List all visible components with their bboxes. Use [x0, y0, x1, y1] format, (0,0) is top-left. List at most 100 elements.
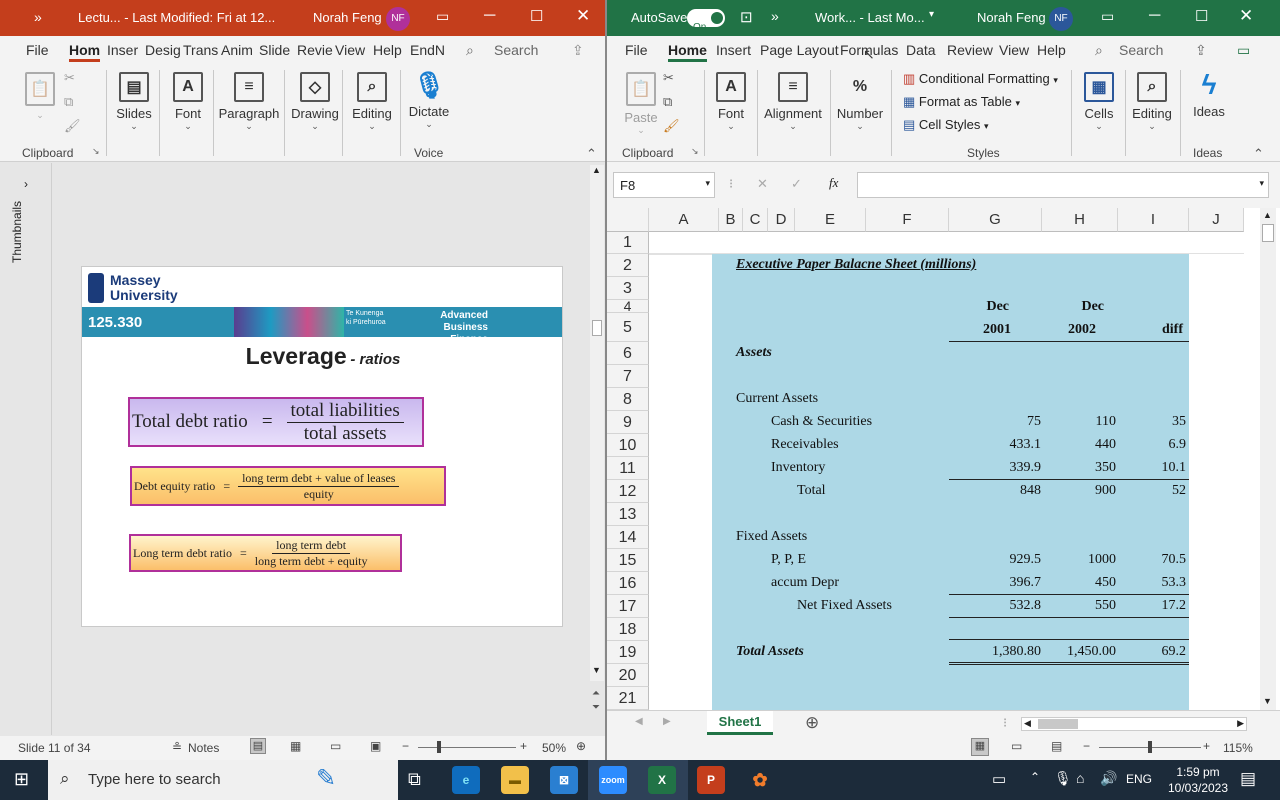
row19-label[interactable]: Total Assets — [736, 644, 804, 660]
xl-editing-button[interactable]: ⌕ Editing ⌄ — [1129, 72, 1175, 132]
save-icon[interactable]: ⊡ — [740, 8, 753, 26]
expand-thumbnails-icon[interactable]: › — [24, 177, 28, 191]
row11-2001[interactable]: 339.9 — [949, 460, 1042, 476]
ppt-tab-animations[interactable]: Anim — [221, 42, 253, 58]
ppt-share-icon[interactable]: ⇪ — [572, 42, 584, 59]
row-header-15[interactable]: 15 — [607, 549, 649, 572]
cut-icon[interactable]: ✂ — [663, 70, 674, 86]
spreadsheet-grid[interactable]: A B C D E F G H I J 1 2 3 4 5 6 7 8 9 10… — [607, 208, 1280, 710]
windows-start-icon[interactable]: ⊞ — [14, 769, 29, 790]
normal-view-icon[interactable]: ▤ — [250, 738, 266, 754]
row-header-20[interactable]: 20 — [607, 664, 649, 687]
copy-icon[interactable]: ⧉ — [64, 94, 73, 110]
column-header-j[interactable]: J — [1189, 208, 1244, 232]
show-hidden-icons-icon[interactable]: ⌃ — [1030, 770, 1040, 784]
column-header-h[interactable]: H — [1042, 208, 1118, 232]
row-header-9[interactable]: 9 — [607, 411, 649, 434]
row19-2002[interactable]: 1,450.00 — [1042, 644, 1116, 660]
fit-to-window-icon[interactable]: ⊕ — [576, 739, 586, 753]
scroll-thumb[interactable] — [1262, 224, 1274, 242]
task-view-icon[interactable]: ⧉ — [408, 769, 421, 790]
xl-tab-view[interactable]: View — [999, 42, 1029, 58]
row12-label[interactable]: Total — [797, 483, 826, 499]
scroll-down-icon[interactable]: ▼ — [592, 665, 601, 675]
row-header-13[interactable]: 13 — [607, 503, 649, 526]
row12-2002[interactable]: 900 — [1042, 483, 1116, 499]
row-header-19[interactable]: 19 — [607, 641, 649, 664]
app-taskbar-icon[interactable]: ✿ — [746, 766, 774, 794]
row-header-17[interactable]: 17 — [607, 595, 649, 618]
ppt-close-icon[interactable]: ✕ — [576, 6, 590, 26]
row-header-12[interactable]: 12 — [607, 480, 649, 503]
scroll-up-icon[interactable]: ▲ — [1263, 210, 1272, 220]
xl-format-as-table-button[interactable]: ▦ Format as Table ▾ — [903, 94, 1020, 110]
dialog-launcher-icon[interactable]: ↘ — [92, 146, 100, 157]
format-painter-icon[interactable]: 🖌 — [663, 118, 680, 134]
excel-taskbar-icon[interactable]: X — [648, 766, 676, 794]
previous-slide-icon[interactable]: ⏶ — [592, 688, 600, 699]
ppt-tab-transitions[interactable]: Trans — [183, 42, 218, 58]
row16-label[interactable]: accum Depr — [771, 575, 839, 591]
row-header-4[interactable]: 4 — [607, 299, 649, 313]
row17-2002[interactable]: 550 — [1042, 598, 1116, 614]
column-header-c[interactable]: C — [743, 208, 768, 232]
current-assets-label[interactable]: Current Assets — [736, 391, 818, 407]
slide-canvas[interactable]: Massey University 125.330 Te Kunenga ki … — [81, 266, 563, 627]
sheet-title[interactable]: Executive Paper Balacne Sheet (millions) — [736, 257, 976, 273]
zoom-slider-thumb[interactable] — [1148, 741, 1152, 753]
select-all-corner[interactable] — [607, 208, 649, 232]
action-center-icon[interactable]: ▤ — [1240, 769, 1256, 789]
row-header-14[interactable]: 14 — [607, 526, 649, 549]
ppt-tab-help[interactable]: Help — [373, 42, 402, 58]
ppt-editing-button[interactable]: ⌕ Editing ⌄ — [349, 72, 395, 132]
row15-2002[interactable]: 1000 — [1042, 552, 1116, 568]
ppt-tab-home[interactable]: Hom — [69, 42, 101, 62]
excel-ribbon-display-icon[interactable]: ▭ — [1101, 8, 1114, 25]
row16-diff[interactable]: 53.3 — [1118, 575, 1187, 591]
row17-diff[interactable]: 17.2 — [1118, 598, 1187, 614]
row19-diff[interactable]: 69.2 — [1118, 644, 1187, 660]
row10-2002[interactable]: 440 — [1042, 437, 1116, 453]
header-2002[interactable]: 2002 — [1042, 322, 1096, 338]
xl-font-button[interactable]: A Font ⌄ — [709, 72, 753, 132]
zoom-in-icon[interactable]: + — [520, 739, 527, 753]
column-header-f[interactable]: F — [866, 208, 949, 232]
xl-tab-data[interactable]: Data — [906, 42, 936, 58]
ppt-tab-insert[interactable]: Inser — [107, 42, 138, 58]
ppt-dictate-button[interactable]: 🎙 Dictate ⌄ — [406, 70, 452, 130]
xl-tab-help[interactable]: Help — [1037, 42, 1066, 58]
row9-2002[interactable]: 110 — [1042, 414, 1116, 430]
ppt-paragraph-button[interactable]: ≡ Paragraph ⌄ — [218, 72, 280, 132]
xl-tab-insert[interactable]: Insert — [716, 42, 751, 58]
total-debt-ratio-formula[interactable]: Total debt ratio = total liabilities tot… — [128, 397, 424, 447]
excel-minimize-icon[interactable]: ─ — [1149, 7, 1160, 25]
row11-2002[interactable]: 350 — [1042, 460, 1116, 476]
header-dec-2002[interactable]: Dec — [1042, 299, 1104, 315]
microphone-tray-icon[interactable]: 🎙 — [1054, 770, 1072, 787]
zoom-level[interactable]: 50% — [542, 741, 566, 755]
scroll-thumb[interactable] — [592, 320, 602, 336]
fixed-assets-label[interactable]: Fixed Assets — [736, 529, 807, 545]
row11-label[interactable]: Inventory — [771, 460, 825, 476]
ppt-search-icon[interactable]: ⌕ — [466, 42, 474, 59]
slideshow-icon[interactable]: ▣ — [370, 739, 381, 753]
row19-2001[interactable]: 1,380.80 — [949, 644, 1041, 660]
row-header-5[interactable]: 5 — [607, 313, 649, 342]
zoom-level[interactable]: 115% — [1223, 741, 1253, 755]
ppt-expand-icon[interactable]: » — [34, 9, 42, 25]
cut-icon[interactable]: ✂ — [64, 70, 75, 86]
header-dec-2001[interactable]: Dec — [949, 299, 1009, 315]
notes-button[interactable]: Notes — [188, 741, 219, 755]
name-box[interactable]: F8 ▾ — [613, 172, 715, 198]
slide-scrollbar[interactable]: ▲ ▼ — [590, 165, 604, 681]
ppt-user-name[interactable]: Norah Feng — [313, 10, 382, 25]
column-header-d[interactable]: D — [768, 208, 795, 232]
page-break-view-icon[interactable]: ▤ — [1051, 739, 1062, 753]
expand-formula-bar-icon[interactable]: ▾ — [1259, 178, 1264, 189]
xl-search-icon[interactable]: ⌕ — [1095, 42, 1103, 59]
xl-tab-page-layout[interactable]: Page Layout — [760, 42, 839, 58]
ppt-paste-button[interactable]: 📋 ⌄ — [20, 72, 60, 121]
network-icon[interactable]: ⌂ — [1076, 770, 1084, 786]
column-header-i[interactable]: I — [1118, 208, 1189, 232]
store-icon[interactable]: ⊠ — [550, 766, 578, 794]
